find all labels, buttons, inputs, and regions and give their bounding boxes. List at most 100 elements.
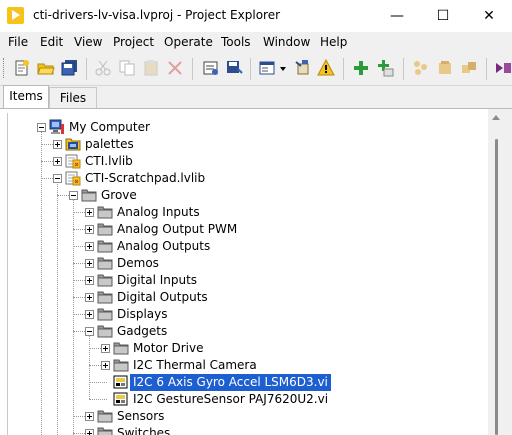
- folder-icon: [113, 357, 129, 373]
- settings-icon[interactable]: [293, 59, 311, 77]
- library-icon: [65, 170, 81, 186]
- cut-icon[interactable]: [94, 59, 112, 77]
- paste-icon[interactable]: [142, 59, 160, 77]
- collapse-icon[interactable]: [53, 174, 62, 183]
- folder-icon: [97, 323, 113, 339]
- toolbar-grip[interactable]: [3, 58, 7, 78]
- toolbar-separator: [86, 58, 87, 80]
- tree-item[interactable]: I2C 6 Axis Gyro Accel LSM6D3.vi: [8, 373, 488, 392]
- maximize-button[interactable]: ☐: [420, 0, 466, 32]
- close-button[interactable]: ✕: [466, 0, 512, 32]
- dropdown-icon[interactable]: [278, 59, 288, 77]
- properties-icon[interactable]: [494, 59, 512, 77]
- tree-item-label: CTI.lvlib: [85, 154, 133, 168]
- view-icon[interactable]: [258, 59, 276, 77]
- collapse-icon[interactable]: [69, 191, 78, 200]
- folder-icon: [97, 408, 113, 424]
- project-tree-panel: My Computer palettes CTI.lvlib CTI-Scratchp…: [0, 108, 512, 435]
- menu-operate[interactable]: Operate: [164, 35, 213, 49]
- expand-icon[interactable]: [101, 344, 110, 353]
- tree-item[interactable]: Displays: [8, 306, 488, 323]
- tree-item[interactable]: I2C Thermal Camera: [8, 357, 488, 374]
- menu-file[interactable]: File: [8, 35, 28, 49]
- tree-item-label: Displays: [117, 307, 168, 321]
- scroll-up-arrow[interactable]: [492, 115, 500, 120]
- computer-icon: [49, 119, 65, 135]
- menu-window[interactable]: Window: [263, 35, 310, 49]
- open-icon[interactable]: [37, 59, 55, 77]
- tree-item[interactable]: Analog Inputs: [8, 204, 488, 221]
- add-folder-icon[interactable]: [376, 59, 394, 77]
- toolbar: [0, 52, 512, 86]
- tree-item[interactable]: palettes: [8, 136, 488, 153]
- toolbar-separator: [486, 58, 487, 80]
- tree-item-label: CTI-Scratchpad.lvlib: [85, 171, 206, 185]
- tree-connector-line: [89, 399, 107, 400]
- warning-icon[interactable]: [317, 59, 335, 77]
- tree-item[interactable]: Demos: [8, 255, 488, 272]
- labview-project-icon: [7, 7, 24, 24]
- tree-item[interactable]: My Computer: [8, 119, 488, 136]
- tree-item[interactable]: Analog Output PWM: [8, 221, 488, 238]
- expand-icon[interactable]: [101, 361, 110, 370]
- tab-files[interactable]: Files: [49, 87, 97, 108]
- expand-icon[interactable]: [85, 276, 94, 285]
- collapse-icon[interactable]: [37, 123, 46, 132]
- tree-item[interactable]: Gadgets: [8, 323, 488, 340]
- folder-icon: [97, 289, 113, 305]
- folder-icon: [97, 255, 113, 271]
- expand-icon[interactable]: [85, 225, 94, 234]
- scrollbar-thumb[interactable]: [495, 139, 498, 435]
- expand-icon[interactable]: [53, 140, 62, 149]
- tree-item[interactable]: Motor Drive: [8, 340, 488, 357]
- new-icon[interactable]: [13, 59, 31, 77]
- expand-icon[interactable]: [85, 259, 94, 268]
- copy-icon[interactable]: [118, 59, 136, 77]
- tree-item[interactable]: Analog Outputs: [8, 238, 488, 255]
- window-title: cti-drivers-lv-visa.lvproj - Project Exp…: [33, 8, 281, 22]
- expand-icon[interactable]: [85, 412, 94, 421]
- expand-icon[interactable]: [85, 242, 94, 251]
- vertical-scrollbar[interactable]: [488, 109, 505, 435]
- menu-help[interactable]: Help: [320, 35, 347, 49]
- toolbar-separator: [343, 58, 344, 80]
- tree-item-label: Gadgets: [117, 324, 168, 338]
- tree-item[interactable]: Sensors: [8, 408, 488, 425]
- menu-bar: File Edit View Project Operate Tools Win…: [0, 32, 512, 52]
- folder-icon: [81, 187, 97, 203]
- expand-icon[interactable]: [85, 293, 94, 302]
- menu-view[interactable]: View: [74, 35, 102, 49]
- minimize-button[interactable]: —: [374, 0, 420, 32]
- properties-icon[interactable]: [436, 59, 454, 77]
- tree-item[interactable]: CTI.lvlib: [8, 153, 488, 170]
- save-all-icon[interactable]: [61, 59, 79, 77]
- folder-icon: [113, 340, 129, 356]
- project-tree[interactable]: My Computer palettes CTI.lvlib CTI-Scratchp…: [7, 113, 488, 435]
- delete-icon[interactable]: [166, 59, 184, 77]
- tree-item[interactable]: CTI-Scratchpad.lvlib: [8, 170, 488, 187]
- properties-icon[interactable]: [412, 59, 430, 77]
- tree-item-label: Analog Output PWM: [117, 222, 238, 236]
- tree-item-label: Motor Drive: [133, 341, 204, 355]
- collapse-icon[interactable]: [85, 327, 94, 336]
- menu-edit[interactable]: Edit: [40, 35, 63, 49]
- tree-item[interactable]: Digital Inputs: [8, 272, 488, 289]
- tree-item-label: Digital Outputs: [117, 290, 208, 304]
- save-icon[interactable]: [226, 59, 244, 77]
- folder-icon: [97, 238, 113, 254]
- expand-icon[interactable]: [53, 157, 62, 166]
- add-icon[interactable]: [352, 59, 370, 77]
- expand-icon[interactable]: [85, 310, 94, 319]
- tree-item[interactable]: Digital Outputs: [8, 289, 488, 306]
- tree-item[interactable]: Grove: [8, 187, 488, 204]
- menu-project[interactable]: Project: [113, 35, 154, 49]
- properties-icon[interactable]: [460, 59, 478, 77]
- build-icon[interactable]: [202, 59, 220, 77]
- tree-item[interactable]: I2C GestureSensor PAJ7620U2.vi: [8, 391, 488, 408]
- menu-tools[interactable]: Tools: [221, 35, 251, 49]
- expand-icon[interactable]: [85, 208, 94, 217]
- tab-items[interactable]: Items: [3, 85, 49, 109]
- vi-icon: [113, 374, 129, 390]
- tree-item-label: I2C Thermal Camera: [133, 358, 257, 372]
- expand-icon[interactable]: [85, 429, 94, 435]
